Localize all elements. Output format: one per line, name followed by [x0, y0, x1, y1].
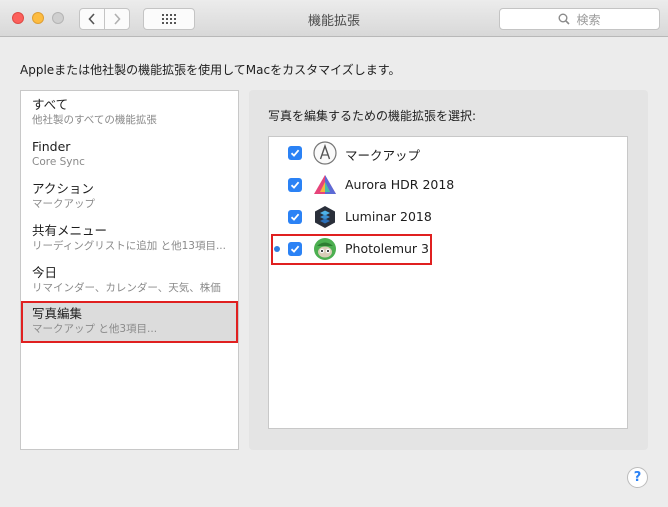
- markup-icon: [313, 141, 337, 165]
- extension-name: Aurora HDR 2018: [345, 177, 455, 192]
- category-subtitle: 他社製のすべての機能拡張: [32, 114, 157, 126]
- extension-checkbox[interactable]: [288, 178, 302, 192]
- extensions-panel: 写真を編集するための機能拡張を選択: マークアップ Aurora HDR 201…: [249, 90, 648, 450]
- title-bar: 機能拡張 検索: [0, 0, 668, 37]
- category-title: 共有メニュー: [32, 223, 108, 238]
- minimize-button[interactable]: [32, 12, 44, 24]
- show-all-button[interactable]: [143, 8, 195, 30]
- back-button[interactable]: [79, 8, 105, 30]
- category-actions[interactable]: アクション マークアップ: [21, 176, 238, 218]
- luminar-icon: [315, 206, 335, 228]
- category-title: 今日: [32, 265, 58, 280]
- category-photo-editing[interactable]: 写真編集 マークアップ と他3項目...: [21, 301, 238, 343]
- zoom-button[interactable]: [52, 12, 64, 24]
- search-icon: [558, 13, 571, 25]
- grid-icon: [162, 14, 176, 24]
- chevron-left-icon: [88, 13, 95, 25]
- help-button[interactable]: ?: [627, 467, 648, 488]
- extension-name: マークアップ: [345, 148, 421, 163]
- category-all[interactable]: すべて 他社製のすべての機能拡張: [21, 92, 238, 134]
- extension-checkbox[interactable]: [288, 210, 302, 224]
- category-subtitle: リーディングリストに追加 と他13項目...: [32, 240, 226, 252]
- extension-name: Luminar 2018: [345, 209, 432, 224]
- panel-heading: 写真を編集するための機能拡張を選択:: [268, 109, 477, 123]
- category-share-menu[interactable]: 共有メニュー リーディングリストに追加 と他13項目...: [21, 218, 238, 260]
- extension-row-markup: マークアップ: [269, 137, 627, 169]
- category-title: 写真編集: [32, 306, 83, 321]
- checkmark-icon: [290, 181, 300, 189]
- category-today[interactable]: 今日 リマインダー、カレンダー、天気、株価: [21, 260, 238, 302]
- category-finder[interactable]: Finder Core Sync: [21, 134, 238, 176]
- category-list: すべて 他社製のすべての機能拡張 Finder Core Sync アクション …: [20, 90, 239, 450]
- category-subtitle: マークアップ: [32, 198, 95, 210]
- category-title: アクション: [32, 181, 94, 196]
- description-text: Appleまたは他社製の機能拡張を使用してMacをカスタマイズします。: [20, 63, 401, 77]
- search-placeholder: 検索: [576, 12, 601, 27]
- extension-row-aurora: Aurora HDR 2018: [269, 169, 627, 201]
- checkmark-icon: [290, 213, 300, 221]
- checkmark-icon: [290, 149, 300, 157]
- category-subtitle: Core Sync: [32, 156, 85, 168]
- category-title: すべて: [32, 97, 69, 112]
- aurora-hdr-icon: [314, 175, 336, 194]
- close-button[interactable]: [12, 12, 24, 24]
- chevron-right-icon: [114, 13, 121, 25]
- category-subtitle: マークアップ と他3項目...: [32, 323, 158, 335]
- category-subtitle: リマインダー、カレンダー、天気、株価: [32, 282, 221, 294]
- photolemur-highlight-outline: [271, 234, 432, 265]
- category-title: Finder: [32, 139, 71, 154]
- window-title: 機能拡張: [307, 14, 360, 29]
- extension-list: マークアップ Aurora HDR 2018 Luminar 2018 Phot…: [268, 136, 628, 429]
- forward-button[interactable]: [104, 8, 130, 30]
- extension-checkbox[interactable]: [288, 146, 302, 160]
- search-field[interactable]: 検索: [499, 8, 660, 30]
- extension-row-luminar: Luminar 2018: [269, 201, 627, 233]
